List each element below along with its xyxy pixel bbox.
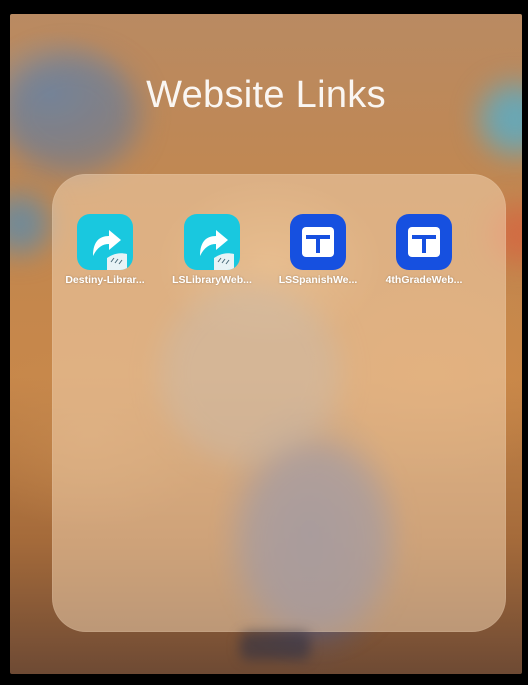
share-arrow-icon[interactable] xyxy=(184,214,240,270)
app-label: Destiny-Librar... xyxy=(65,274,145,286)
folder-panel: Destiny-Librar... LSLibraryWeb... LSSpan… xyxy=(52,174,506,632)
layout-template-icon[interactable] xyxy=(396,214,452,270)
app-destiny-library[interactable]: Destiny-Librar... xyxy=(55,214,155,286)
app-label: LSLibraryWeb... xyxy=(172,274,252,286)
layout-template-icon[interactable] xyxy=(290,214,346,270)
app-label: 4thGradeWeb... xyxy=(385,274,463,286)
app-ls-spanish-web[interactable]: LSSpanishWe... xyxy=(268,214,368,286)
home-screen: Website Links Destiny-Librar... LSLibrar… xyxy=(10,14,522,674)
folder-title[interactable]: Website Links xyxy=(10,74,522,117)
app-4th-grade-web[interactable]: 4thGradeWeb... xyxy=(374,214,474,286)
wallpaper-blur-left-mid xyxy=(10,194,50,254)
dock-blur xyxy=(240,632,310,660)
app-ls-library-web[interactable]: LSLibraryWeb... xyxy=(162,214,262,286)
share-arrow-icon[interactable] xyxy=(77,214,133,270)
app-label: LSSpanishWe... xyxy=(278,274,358,286)
